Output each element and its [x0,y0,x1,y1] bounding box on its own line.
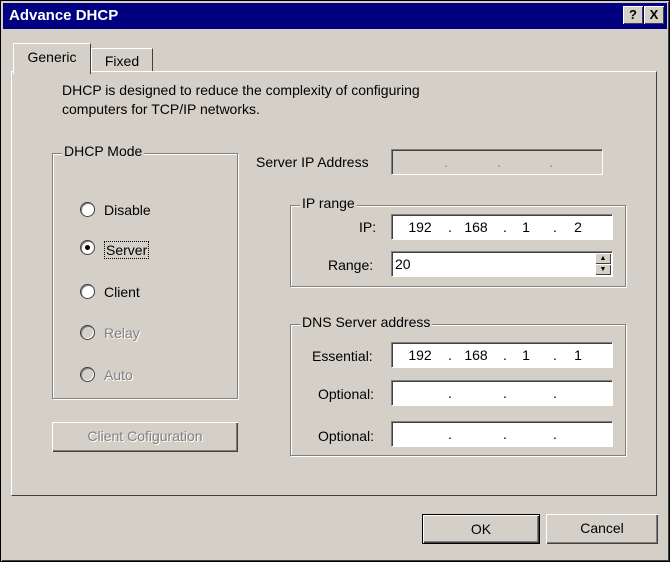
dialog-window: Advance DHCP ? X Generic Fixed DHCP is d… [0,0,670,562]
ok-button[interactable]: OK [422,514,540,544]
description-text: DHCP is designed to reduce the complexit… [62,81,420,119]
close-button[interactable]: X [644,6,664,24]
octet-separator: . [497,154,501,170]
dns-legend: DNS Server address [300,314,433,330]
octet-separator: . [549,154,553,170]
dns-optional1-field[interactable]: . . . [391,380,613,406]
cancel-button[interactable]: Cancel [546,514,658,544]
window-title: Advance DHCP [9,7,119,24]
essential-label: Essential: [312,348,373,364]
radio-disable-label[interactable]: Disable [104,202,151,218]
ip-label: IP: [359,219,377,235]
octet-separator: . [503,385,507,401]
range-value[interactable]: 20 [395,256,411,272]
octet-separator: . [444,154,448,170]
radio-client-label[interactable]: Client [104,284,140,300]
ip-octet-3[interactable]: 1 [506,219,546,235]
octet-separator: . [553,426,557,442]
radio-auto[interactable] [80,367,95,382]
octet-separator: . [448,426,452,442]
essential-octet-4[interactable]: 1 [558,347,598,363]
radio-relay[interactable] [80,325,95,340]
radio-client[interactable] [80,284,95,299]
radio-server-label[interactable]: Server [104,241,150,259]
radio-auto-label[interactable]: Auto [104,367,133,383]
description-line-2: computers for TCP/IP networks. [62,101,260,117]
tab-generic[interactable]: Generic [13,43,91,74]
client-configuration-button[interactable]: Client Cofiguration [52,422,238,452]
octet-separator: . [448,219,452,235]
range-spinbox[interactable]: 20 ▲ ▼ [391,251,613,277]
octet-separator: . [503,426,507,442]
essential-octet-2[interactable]: 168 [456,347,496,363]
tab-fixed[interactable]: Fixed [91,48,153,73]
spin-down-icon[interactable]: ▼ [595,264,611,275]
radio-disable[interactable] [80,202,95,217]
octet-separator: . [448,347,452,363]
octet-separator: . [448,385,452,401]
description-line-1: DHCP is designed to reduce the complexit… [62,82,420,98]
dns-optional2-field[interactable]: . . . [391,421,613,447]
radio-relay-label[interactable]: Relay [104,325,140,341]
octet-separator: . [553,385,557,401]
ip-octet-2[interactable]: 168 [456,219,496,235]
dhcp-mode-group [52,153,238,399]
radio-server[interactable] [80,240,95,255]
octet-separator: . [553,219,557,235]
server-ip-label: Server IP Address [256,154,369,170]
octet-separator: . [553,347,557,363]
dhcp-mode-legend: DHCP Mode [62,143,145,159]
ip-octet-1[interactable]: 192 [400,219,440,235]
ip-range-legend: IP range [300,195,357,211]
essential-octet-3[interactable]: 1 [506,347,546,363]
range-spinner[interactable]: ▲ ▼ [595,253,611,275]
optional2-label: Optional: [318,428,375,444]
help-button[interactable]: ? [623,6,643,24]
ip-field[interactable]: 192 . 168 . 1 . 2 [391,214,613,240]
range-label: Range: [328,257,374,273]
server-ip-field[interactable]: . . . [391,149,603,175]
spin-up-icon[interactable]: ▲ [595,253,611,264]
dns-essential-field[interactable]: 192 . 168 . 1 . 1 [391,342,613,368]
essential-octet-1[interactable]: 192 [400,347,440,363]
ip-octet-4[interactable]: 2 [558,219,598,235]
title-bar[interactable]: Advance DHCP ? X [3,3,667,29]
radio-selected-dot [85,245,90,250]
optional1-label: Optional: [318,386,375,402]
